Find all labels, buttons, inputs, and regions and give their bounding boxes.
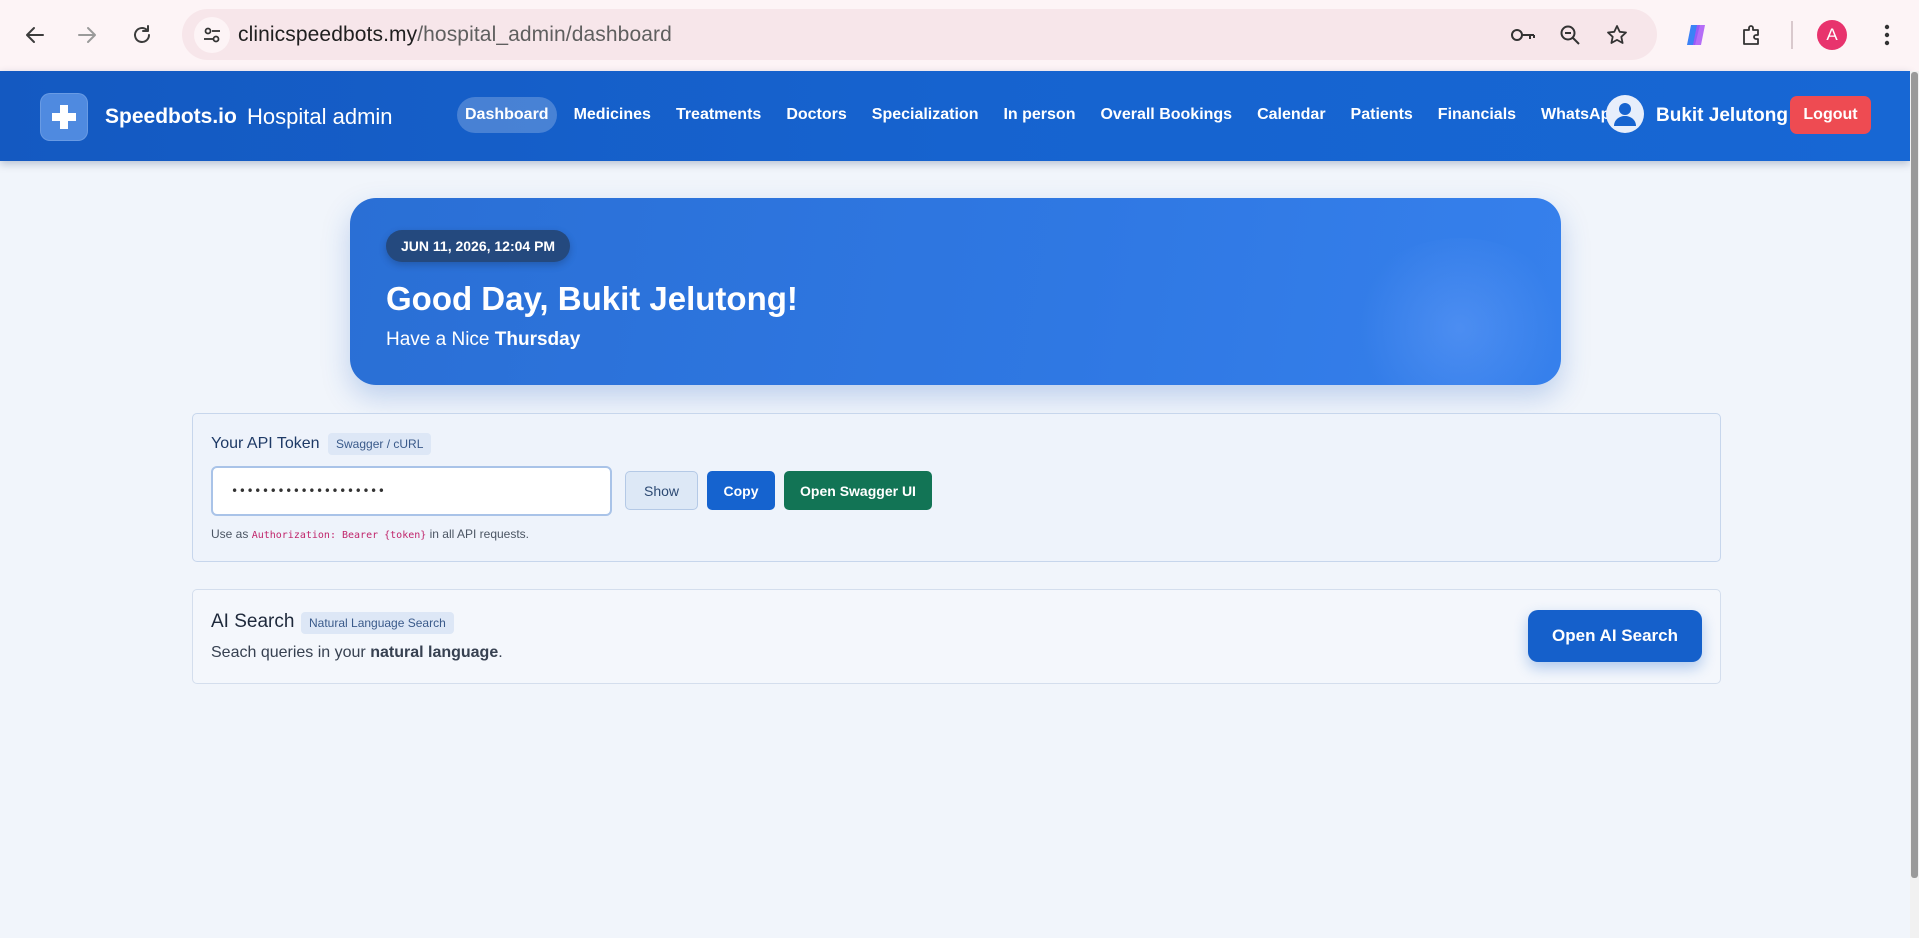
hint-prefix: Use as [211, 527, 252, 541]
show-token-button[interactable]: Show [625, 471, 698, 510]
browser-toolbar: clinicspeedbots.my/hospital_admin/dashbo… [0, 0, 1919, 71]
ai-desc-bold: natural language [370, 644, 499, 661]
banner-glow [1350, 238, 1561, 385]
copy-token-button[interactable]: Copy [707, 471, 775, 510]
greeting-banner: JUN 11, 2026, 12:04 PM Good Day, Bukit J… [350, 198, 1561, 385]
nav-calendar[interactable]: Calendar [1249, 97, 1333, 133]
open-swagger-button[interactable]: Open Swagger UI [784, 471, 932, 510]
nav-medicines[interactable]: Medicines [566, 97, 659, 133]
api-token-title: Your API Token [211, 435, 320, 452]
back-arrow-icon[interactable] [18, 18, 52, 52]
forward-arrow-icon[interactable] [70, 18, 104, 52]
kebab-menu-icon[interactable] [1870, 18, 1904, 52]
site-settings-icon[interactable] [194, 17, 230, 53]
greeting-day: Thursday [494, 329, 581, 350]
brand-name[interactable]: Speedbots.io [105, 105, 237, 129]
profile-avatar[interactable]: A [1817, 20, 1847, 50]
main-nav: Dashboard Medicines Treatments Doctors S… [457, 96, 1637, 133]
api-token-hint: Use as Authorization: Bearer {token} in … [211, 527, 529, 541]
address-bar[interactable]: clinicspeedbots.my/hospital_admin/dashbo… [182, 9, 1657, 60]
ai-desc-prefix: Seach queries in your [211, 644, 371, 661]
nav-specialization[interactable]: Specialization [864, 97, 987, 133]
star-icon[interactable] [1604, 22, 1630, 48]
url-path: /hospital_admin/dashboard [417, 23, 672, 46]
api-token-chip: Swagger / cURL [328, 433, 432, 455]
ai-search-card: AI Search Natural Language Search Seach … [192, 589, 1721, 684]
reload-icon[interactable] [125, 18, 159, 52]
hint-code: Authorization: Bearer {token} [251, 530, 427, 541]
nav-in-person[interactable]: In person [995, 97, 1083, 133]
ai-search-chip: Natural Language Search [301, 612, 454, 634]
nav-overall-bookings[interactable]: Overall Bookings [1092, 97, 1240, 133]
api-token-input[interactable] [211, 466, 612, 516]
open-ai-search-button[interactable]: Open AI Search [1528, 610, 1702, 662]
nav-financials[interactable]: Financials [1430, 97, 1524, 133]
brand-subtitle: Hospital admin [247, 104, 393, 129]
nav-dashboard[interactable]: Dashboard [457, 96, 557, 133]
datetime-badge: JUN 11, 2026, 12:04 PM [386, 230, 571, 262]
copilot-icon[interactable] [1679, 18, 1713, 52]
nav-doctors[interactable]: Doctors [778, 97, 854, 133]
greeting-subtitle: Have a Nice Thursday [386, 329, 580, 351]
key-icon[interactable] [1510, 22, 1536, 48]
extensions-icon[interactable] [1735, 18, 1769, 52]
user-name[interactable]: Bukit Jelutong [1656, 105, 1788, 127]
hint-suffix: in all API requests. [426, 527, 530, 541]
page-scrollbar-thumb[interactable] [1911, 72, 1918, 878]
url-host: clinicspeedbots.my [238, 23, 418, 46]
ai-search-title: AI Search [211, 611, 295, 632]
toolbar-divider [1791, 21, 1793, 49]
url-text[interactable]: clinicspeedbots.my/hospital_admin/dashbo… [238, 23, 672, 47]
nav-patients[interactable]: Patients [1343, 97, 1421, 133]
greeting-sub-prefix: Have a Nice [386, 329, 495, 350]
medical-cross-logo-icon[interactable] [40, 93, 88, 141]
logout-button[interactable]: Logout [1790, 96, 1871, 134]
api-token-card: Your API Token Swagger / cURL Show Copy … [192, 413, 1721, 562]
app-header: Speedbots.io Hospital admin Dashboard Me… [0, 71, 1910, 161]
ai-desc-suffix: . [498, 644, 503, 661]
nav-treatments[interactable]: Treatments [668, 97, 769, 133]
zoom-icon[interactable] [1557, 22, 1583, 48]
ai-search-description: Seach queries in your natural language. [211, 644, 503, 662]
user-avatar-icon[interactable] [1606, 95, 1644, 133]
greeting-title: Good Day, Bukit Jelutong! [386, 280, 798, 317]
